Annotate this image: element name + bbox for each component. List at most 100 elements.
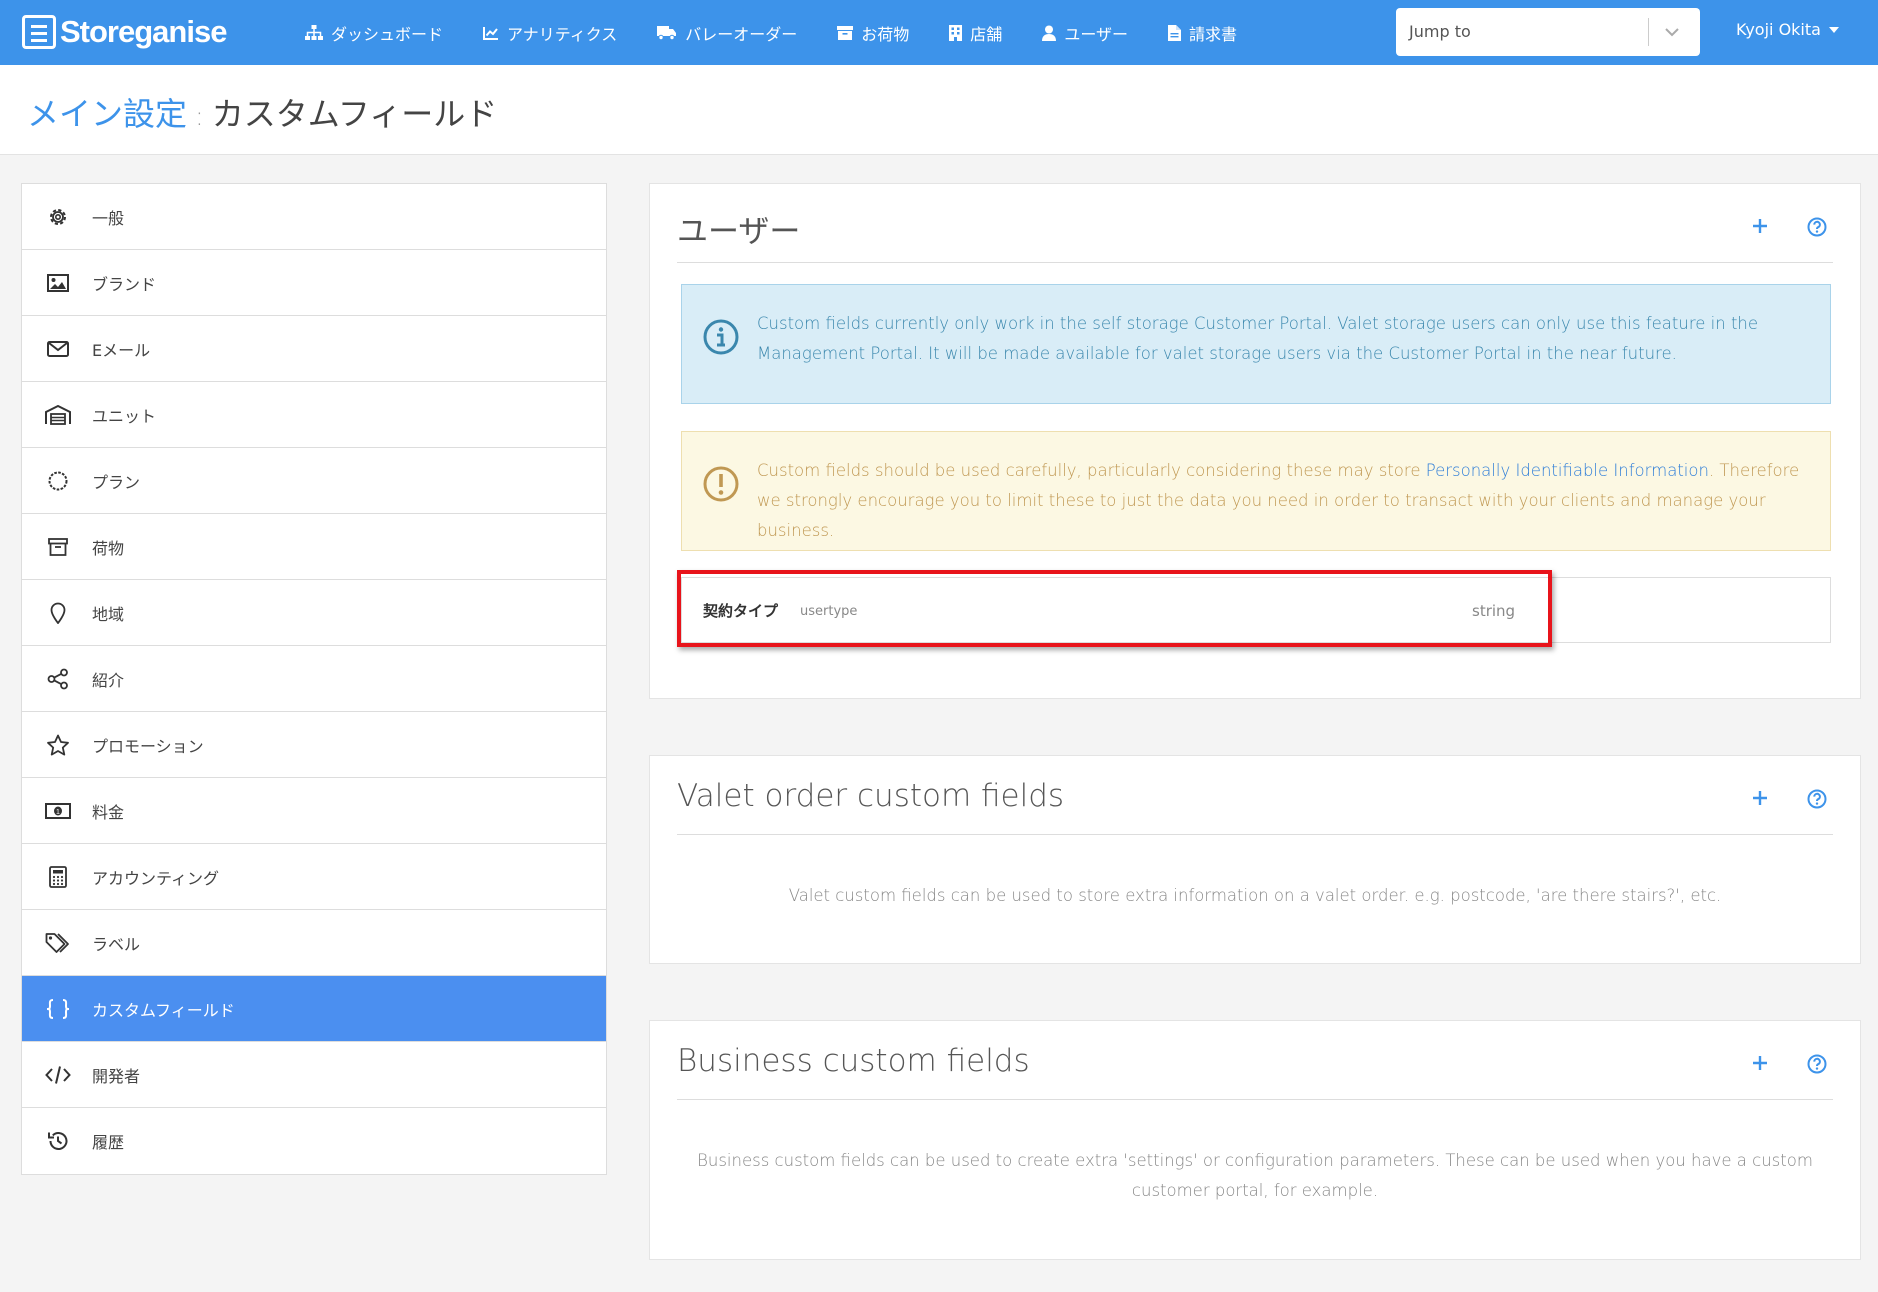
image-icon [44,269,72,297]
jump-separator [1648,18,1649,46]
nav-invoices[interactable]: 請求書 [1168,21,1237,45]
sidebar-item-accounting[interactable]: アカウンティング [22,844,606,910]
share-icon [44,665,72,693]
business-custom-fields-panel: Business custom fields Business custom f… [649,1020,1861,1260]
user-menu[interactable]: Kyoji Okita [1736,20,1839,39]
sidebar-item-label: 料金 [92,802,125,822]
sidebar-item-brand[interactable]: ブランド [22,250,606,316]
sidebar-item-label: 開発者 [92,1066,141,1086]
info-icon [703,319,739,355]
jump-to-placeholder: Jump to [1409,22,1471,41]
nav-users[interactable]: ユーザー [1042,21,1128,45]
main-nav: ダッシュボード アナリティクス バレーオーダー お荷物 店舗 ユーザー 請求書 [305,0,1277,65]
sidebar-item-label: ユニット [92,406,157,426]
nav-label: お荷物 [861,24,910,44]
page-header: メイン設定: カスタムフィールド [0,65,1878,155]
sidebar-item-label: カスタムフィールド [92,1000,235,1020]
star-icon [44,731,72,759]
sidebar-item-items[interactable]: 荷物 [22,514,606,580]
tags-icon [44,929,72,957]
page-title: カスタムフィールド [211,95,498,133]
nav-dashboard[interactable]: ダッシュボード [305,21,443,45]
sidebar-item-regions[interactable]: 地域 [22,580,606,646]
panel-title: Valet order custom fields [677,778,1065,814]
sidebar-item-label: アカウンティング [92,868,220,888]
panel-header: Valet order custom fields [677,756,1833,835]
help-icon[interactable] [1807,789,1827,809]
sidebar-item-label: プロモーション [92,736,204,756]
sidebar-item-promotions[interactable]: プロモーション [22,712,606,778]
user-icon [1042,25,1057,41]
panel-header: Business custom fields [677,1021,1833,1100]
svg-text:1: 1 [56,809,60,816]
info-alert-text: Custom fields currently only work in the… [757,314,1759,363]
nav-label: 店舗 [970,24,1003,44]
sidebar-item-label: 荷物 [92,538,125,558]
panel-description: Business custom fields can be used to cr… [697,1151,1813,1200]
highlight-annotation [677,570,1552,647]
sidebar-item-units[interactable]: ユニット [22,382,606,448]
logo-icon [22,15,56,49]
sidebar-item-label: Eメール [92,340,151,360]
pii-link[interactable]: Personally Identifiable Information [1426,461,1709,480]
brand-logo[interactable]: Storeganise [22,12,227,52]
sidebar-item-plans[interactable]: プラン [22,448,606,514]
sidebar-item-custom-fields[interactable]: カスタムフィールド [22,976,606,1042]
sidebar-item-label: 一般 [92,208,125,228]
sidebar-item-labels[interactable]: ラベル [22,910,606,976]
history-icon [44,1127,72,1155]
sidebar-item-referrals[interactable]: 紹介 [22,646,606,712]
panel-description: Valet custom fields can be used to store… [788,886,1722,905]
nav-valet-orders[interactable]: バレーオーダー [657,21,797,45]
sidebar-item-developer[interactable]: 開発者 [22,1042,606,1108]
map-pin-icon [44,599,72,627]
help-icon[interactable] [1807,1054,1827,1074]
chevron-down-icon[interactable] [1662,22,1682,42]
help-icon[interactable] [1807,217,1827,237]
truck-icon [657,26,677,40]
breadcrumb-main-settings[interactable]: メイン設定 [27,95,187,133]
settings-sidebar: 一般 ブランド Eメール ユニット プラン 荷物 地域 紹介 プロモーション 1… [21,183,607,1175]
nav-label: ダッシュボード [331,24,444,44]
sidebar-item-email[interactable]: Eメール [22,316,606,382]
jump-to-select[interactable]: Jump to [1396,8,1700,56]
nav-label: 請求書 [1189,24,1238,44]
archive-icon [837,25,854,40]
warning-alert: Custom fields should be used carefully, … [681,431,1831,551]
brand-name: Storeganise [60,14,227,49]
panel-title: ユーザー [677,214,801,250]
nav-analytics[interactable]: アナリティクス [483,21,617,45]
archive-icon [44,533,72,561]
sidebar-item-general[interactable]: 一般 [22,184,606,250]
add-field-icon[interactable] [1752,218,1768,234]
users-custom-fields-panel: ユーザー Custom fields currently only work i… [649,183,1861,699]
breadcrumb-separator: : [195,102,204,132]
breadcrumb: メイン設定: カスタムフィールド [27,89,497,135]
sidebar-item-pricing[interactable]: 1 料金 [22,778,606,844]
money-icon: 1 [44,797,72,825]
panel-header: ユーザー [677,184,1833,263]
add-field-icon[interactable] [1752,790,1768,806]
top-navbar: Storeganise ダッシュボード アナリティクス バレーオーダー お荷物 … [0,0,1878,65]
circle-icon [44,467,72,495]
calculator-icon [44,863,72,891]
code-icon [44,1061,72,1089]
info-alert: Custom fields currently only work in the… [681,284,1831,404]
exclamation-icon [703,466,739,502]
nav-label: ユーザー [1064,24,1128,44]
panel-title: Business custom fields [677,1043,1030,1079]
add-field-icon[interactable] [1752,1055,1768,1071]
warning-text-before: Custom fields should be used carefully, … [757,461,1426,480]
sidebar-item-label: プラン [92,472,141,492]
sidebar-item-history[interactable]: 履歴 [22,1108,606,1174]
sidebar-item-label: 履歴 [92,1133,125,1152]
nav-items[interactable]: お荷物 [837,21,909,45]
sidebar-item-label: 紹介 [92,670,125,690]
sidebar-item-label: ブランド [92,274,157,294]
nav-stores[interactable]: 店舗 [949,21,1002,45]
invoice-icon [1168,24,1181,41]
nav-label: アナリティクス [507,24,618,44]
sidebar-item-label: ラベル [92,934,141,954]
user-name: Kyoji Okita [1736,20,1821,39]
warning-alert-text: Custom fields should be used carefully, … [757,456,1802,546]
